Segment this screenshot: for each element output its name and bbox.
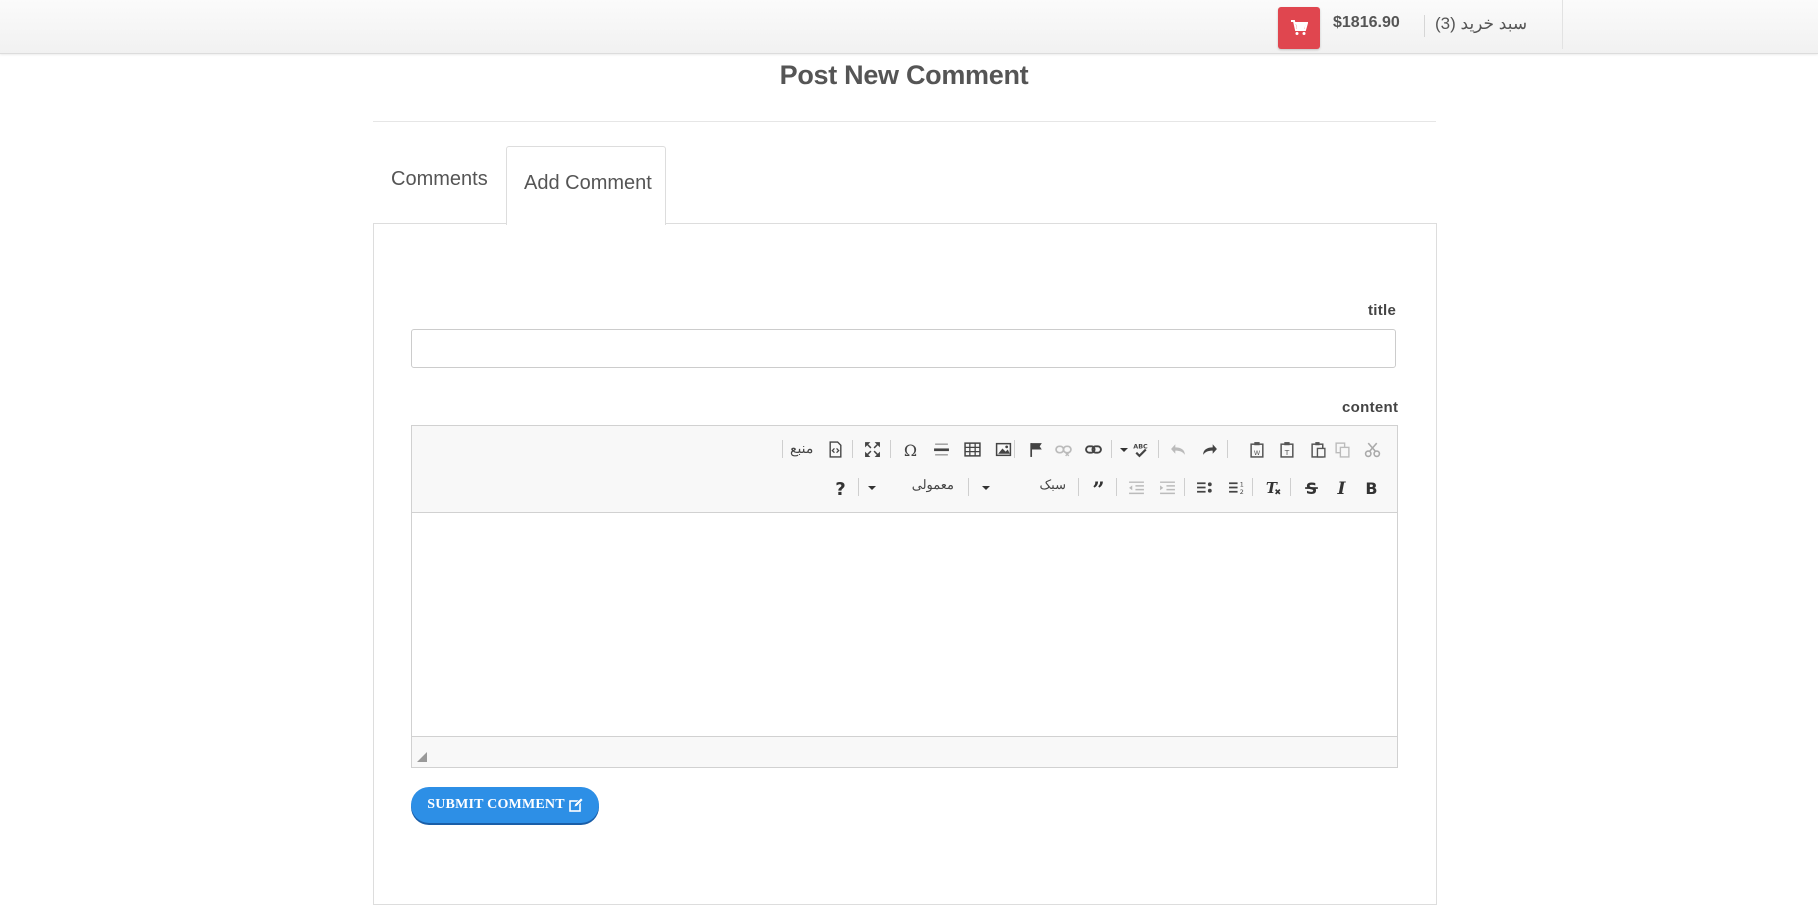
format-combo[interactable]: معمولی [868,476,964,498]
format-dropdown-arrow [868,486,876,490]
paste-word-icon[interactable]: W [1246,438,1268,460]
outdent-icon[interactable] [1125,476,1147,498]
numbered-list-icon[interactable]: 12 [1225,476,1247,498]
paste-icon[interactable] [1307,438,1329,460]
tab-comments[interactable]: Comments [391,168,488,191]
toolbar-separator [1111,440,1112,458]
redo-icon[interactable] [1198,438,1220,460]
title-divider [373,121,1436,122]
svg-text:”: ” [1092,479,1104,496]
content-editor: T W ABC Ω منبع B I S T 12 ” سبک معمولی ? [411,425,1398,768]
spellcheck-dropdown-arrow[interactable] [1120,448,1128,452]
tab-add-comment-label: Add Comment [524,172,652,194]
svg-text:2: 2 [1239,487,1243,495]
toolbar-separator [782,440,783,458]
cart-button[interactable] [1278,7,1320,49]
toolbar-separator [1014,440,1015,458]
top-bar: $1816.90 سبد خرید (3) [0,0,1818,54]
svg-text:T: T [1283,447,1289,456]
cart-total[interactable]: $1816.90 [1333,14,1400,32]
editor-status-bar [412,736,1397,767]
page-title: Post New Comment [779,60,1029,90]
italic-icon[interactable]: I [1330,476,1352,498]
svg-text:Ω: Ω [903,441,916,458]
strike-icon[interactable]: S [1300,476,1322,498]
content-editing-area[interactable] [412,513,1397,737]
edit-icon [568,798,583,812]
toolbar-separator [1116,478,1117,496]
paste-text-icon[interactable]: T [1276,438,1298,460]
title-label: title [1368,302,1397,319]
bold-icon[interactable]: B [1360,476,1382,498]
editor-toolbar: T W ABC Ω منبع B I S T 12 ” سبک معمولی ? [412,426,1397,513]
toolbar-separator [1290,478,1291,496]
toolbar-separator [1227,440,1228,458]
horizontal-rule-icon[interactable] [930,438,952,460]
format-label: معمولی [911,477,954,492]
toolbar-separator [858,478,859,496]
table-icon[interactable] [961,438,983,460]
svg-text:?: ? [835,479,845,496]
undo-icon[interactable] [1167,438,1189,460]
image-icon[interactable] [992,438,1014,460]
svg-text:W: W [1253,448,1260,456]
toolbar-separator [1252,478,1253,496]
unlink-icon[interactable] [1052,438,1074,460]
styles-combo[interactable]: سبک [982,476,1072,498]
title-input[interactable] [411,329,1396,368]
toolbar-separator [1184,478,1185,496]
shopping-cart-icon [1291,20,1308,35]
link-icon[interactable] [1082,438,1104,460]
svg-text:I: I [1336,479,1346,496]
special-char-icon[interactable]: Ω [899,438,921,460]
svg-text:ABC: ABC [1133,442,1148,450]
spellcheck-icon[interactable]: ABC [1129,438,1151,460]
svg-text:B: B [1365,479,1377,496]
toolbar-separator [1158,440,1159,458]
toolbar-separator [852,440,853,458]
styles-label: سبک [1039,477,1066,492]
toolbar-separator [1078,478,1079,496]
help-icon[interactable]: ? [829,476,851,498]
content-label: content [1342,399,1399,416]
remove-format-icon[interactable]: T [1262,476,1284,498]
indent-icon[interactable] [1156,476,1178,498]
cut-icon[interactable] [1361,438,1383,460]
cart-divider [1424,15,1425,37]
submit-comment-button[interactable]: SUBMIT COMMENT [411,787,599,823]
topbar-divider [1562,0,1563,49]
cart-label[interactable]: سبد خرید (3) [1435,14,1527,34]
styles-dropdown-arrow [982,486,990,490]
submit-comment-label: SUBMIT COMMENT [427,797,565,812]
source-label[interactable]: منبع [790,440,813,457]
toolbar-separator [890,440,891,458]
tab-add-comment[interactable]: Add Comment [506,146,666,225]
maximize-icon[interactable] [861,438,883,460]
source-icon[interactable] [824,438,846,460]
toolbar-separator [968,478,969,496]
resize-handle-icon[interactable] [417,752,427,762]
copy-icon[interactable] [1331,438,1353,460]
bulleted-list-icon[interactable] [1193,476,1215,498]
anchor-icon[interactable] [1025,438,1047,460]
blockquote-icon[interactable]: ” [1087,476,1109,498]
